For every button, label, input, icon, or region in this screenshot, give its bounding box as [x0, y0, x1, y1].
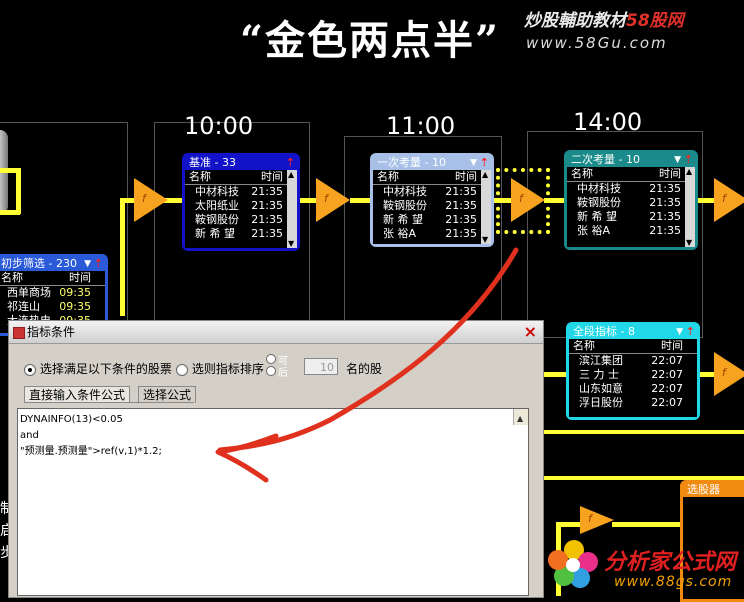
watermark-title: 分析家公式网	[604, 550, 737, 575]
flower-logo-icon	[548, 540, 598, 588]
watermark-url: www.88gs.com	[614, 574, 733, 590]
annotation-arrow	[215, 247, 519, 483]
annotation-arrow-line	[217, 247, 519, 453]
